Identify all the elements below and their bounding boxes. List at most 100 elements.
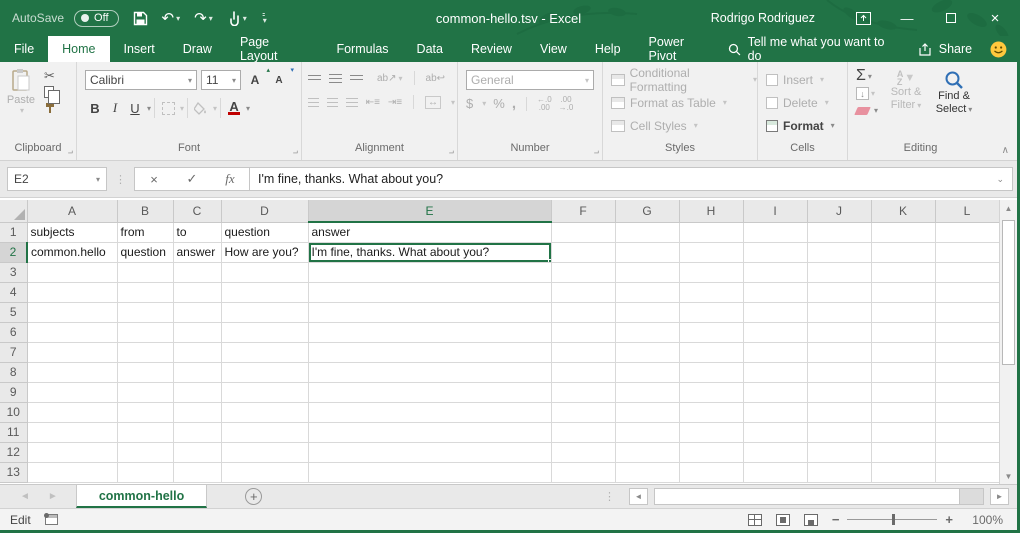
autosum-button[interactable]: Σ▾ — [856, 68, 878, 84]
cell-F12[interactable] — [551, 442, 615, 462]
comma-style-button[interactable]: , — [512, 95, 516, 112]
column-header-D[interactable]: D — [221, 200, 308, 222]
clipboard-dialog-launcher[interactable]: ⌐ — [63, 147, 73, 157]
cell-I2[interactable] — [743, 242, 807, 262]
paste-button[interactable]: Paste ▾ — [0, 68, 42, 142]
font-family-select[interactable]: Calibri ▾ — [85, 70, 197, 90]
cell-G13[interactable] — [615, 462, 679, 482]
cell-A7[interactable] — [27, 342, 117, 362]
row-header-2[interactable]: 2 — [0, 242, 27, 262]
cell-F6[interactable] — [551, 322, 615, 342]
cell-H5[interactable] — [679, 302, 743, 322]
row-header-10[interactable]: 10 — [0, 402, 27, 422]
align-center-button[interactable] — [327, 98, 338, 107]
maximize-button[interactable] — [929, 0, 973, 36]
cell-J1[interactable] — [807, 222, 871, 242]
cell-H2[interactable] — [679, 242, 743, 262]
accounting-format-button[interactable]: $ — [466, 96, 473, 111]
cell-E4[interactable] — [308, 282, 551, 302]
cell-F5[interactable] — [551, 302, 615, 322]
redo-button[interactable]: ↷▾ — [194, 9, 213, 27]
cell-B1[interactable]: from — [117, 222, 173, 242]
cell-L1[interactable] — [935, 222, 999, 242]
cell-G10[interactable] — [615, 402, 679, 422]
cell-H3[interactable] — [679, 262, 743, 282]
touch-mode-button[interactable]: ▾ — [227, 11, 247, 26]
tab-insert[interactable]: Insert — [110, 36, 169, 62]
cell-H11[interactable] — [679, 422, 743, 442]
orientation-button[interactable]: ab↗▾ — [377, 73, 403, 84]
cell-C6[interactable] — [173, 322, 221, 342]
row-header-4[interactable]: 4 — [0, 282, 27, 302]
cell-E12[interactable] — [308, 442, 551, 462]
cell-K8[interactable] — [871, 362, 935, 382]
delete-cells-button[interactable]: Delete ▾ — [758, 91, 847, 114]
cell-E8[interactable] — [308, 362, 551, 382]
cell-H12[interactable] — [679, 442, 743, 462]
scroll-left-icon[interactable]: ◄ — [629, 488, 648, 505]
cell-C12[interactable] — [173, 442, 221, 462]
cell-F8[interactable] — [551, 362, 615, 382]
ribbon-display-options-button[interactable] — [841, 0, 885, 36]
cell-F10[interactable] — [551, 402, 615, 422]
formula-input[interactable]: I'm fine, thanks. What about you? ⌄ — [250, 167, 1013, 191]
column-header-H[interactable]: H — [679, 200, 743, 222]
tab-draw[interactable]: Draw — [169, 36, 226, 62]
cell-D1[interactable]: question — [221, 222, 308, 242]
tab-view[interactable]: View — [526, 36, 581, 62]
cell-I12[interactable] — [743, 442, 807, 462]
font-color-caret-icon[interactable]: ▾ — [246, 104, 250, 113]
cell-I13[interactable] — [743, 462, 807, 482]
column-header-E[interactable]: E — [308, 200, 551, 222]
page-break-view-button[interactable] — [804, 514, 818, 526]
cell-G1[interactable] — [615, 222, 679, 242]
tab-home[interactable]: Home — [48, 36, 109, 62]
horizontal-scrollbar[interactable] — [654, 488, 984, 505]
cell-I9[interactable] — [743, 382, 807, 402]
cell-E6[interactable] — [308, 322, 551, 342]
cell-E11[interactable] — [308, 422, 551, 442]
vertical-scrollbar[interactable]: ▲ ▼ — [999, 200, 1017, 484]
cell-H9[interactable] — [679, 382, 743, 402]
cell-J5[interactable] — [807, 302, 871, 322]
cell-K3[interactable] — [871, 262, 935, 282]
tab-scrollbar-divider[interactable]: ⋮ — [604, 490, 615, 503]
cell-K9[interactable] — [871, 382, 935, 402]
align-left-button[interactable] — [308, 98, 319, 107]
cell-D6[interactable] — [221, 322, 308, 342]
cell-F4[interactable] — [551, 282, 615, 302]
cell-E9[interactable] — [308, 382, 551, 402]
autosave-toggle[interactable]: Off — [74, 10, 118, 27]
format-as-table-button[interactable]: Format as Table▾ — [603, 91, 757, 114]
select-all-button[interactable] — [0, 200, 27, 222]
cell-C1[interactable]: to — [173, 222, 221, 242]
row-header-6[interactable]: 6 — [0, 322, 27, 342]
top-align-button[interactable] — [308, 75, 321, 82]
cell-styles-button[interactable]: Cell Styles▾ — [603, 114, 757, 137]
cell-L2[interactable] — [935, 242, 999, 262]
cell-F9[interactable] — [551, 382, 615, 402]
cell-J11[interactable] — [807, 422, 871, 442]
cell-G4[interactable] — [615, 282, 679, 302]
middle-align-button[interactable] — [329, 74, 342, 83]
fill-handle[interactable] — [548, 259, 552, 263]
cell-L8[interactable] — [935, 362, 999, 382]
cell-B9[interactable] — [117, 382, 173, 402]
cell-J4[interactable] — [807, 282, 871, 302]
tab-page-layout[interactable]: Page Layout — [226, 36, 323, 62]
cell-D2[interactable]: How are you? — [221, 242, 308, 262]
cell-B5[interactable] — [117, 302, 173, 322]
cell-H6[interactable] — [679, 322, 743, 342]
tab-data[interactable]: Data — [403, 36, 457, 62]
merge-center-caret-icon[interactable]: ▾ — [451, 98, 455, 107]
cell-C3[interactable] — [173, 262, 221, 282]
cell-D8[interactable] — [221, 362, 308, 382]
row-header-8[interactable]: 8 — [0, 362, 27, 382]
cell-K7[interactable] — [871, 342, 935, 362]
cell-J6[interactable] — [807, 322, 871, 342]
tab-review[interactable]: Review — [457, 36, 526, 62]
cell-J13[interactable] — [807, 462, 871, 482]
tell-me-box[interactable]: Tell me what you want to do — [728, 35, 901, 63]
bold-button[interactable]: B — [85, 98, 105, 118]
font-size-select[interactable]: 11 ▾ — [201, 70, 241, 90]
